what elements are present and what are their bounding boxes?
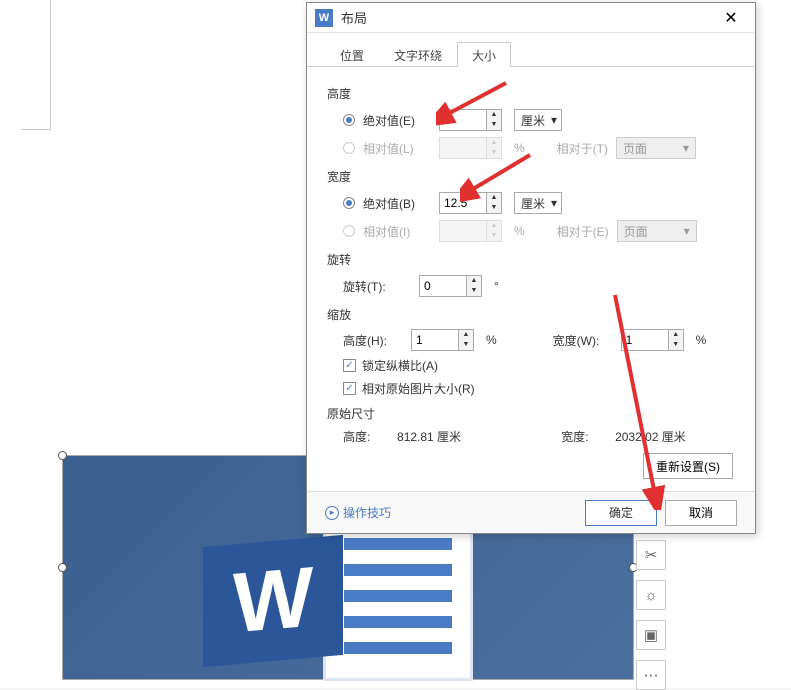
tab-position[interactable]: 位置 bbox=[325, 42, 379, 67]
lock-aspect-checkbox[interactable]: ✓ bbox=[343, 359, 356, 372]
width-rel-label: 相对值(I) bbox=[363, 223, 431, 240]
brightness-icon[interactable]: ☼ bbox=[636, 580, 666, 610]
tab-size[interactable]: 大小 bbox=[457, 42, 511, 67]
picture-icon[interactable]: ▣ bbox=[636, 620, 666, 650]
tab-textwrap[interactable]: 文字环绕 bbox=[379, 42, 457, 67]
height-rel-label: 相对值(L) bbox=[363, 140, 431, 157]
dialog-title: 布局 bbox=[341, 8, 715, 27]
scale-w-label: 宽度(W): bbox=[553, 332, 613, 349]
rotation-section-label: 旋转 bbox=[327, 251, 735, 268]
rotation-input[interactable] bbox=[419, 275, 467, 297]
orig-w-label: 宽度: bbox=[561, 428, 588, 445]
height-abs-radio[interactable] bbox=[343, 114, 355, 126]
chevron-down-icon: ▾ bbox=[683, 141, 689, 155]
lock-aspect-label: 锁定纵横比(A) bbox=[362, 357, 438, 374]
height-relto-label: 相对于(T) bbox=[557, 140, 608, 157]
width-abs-unit[interactable]: 厘米▾ bbox=[514, 192, 562, 214]
height-abs-unit[interactable]: 厘米▾ bbox=[514, 109, 562, 131]
chevron-down-icon: ▾ bbox=[684, 224, 690, 238]
reset-button[interactable]: 重新设置(S) bbox=[643, 453, 733, 479]
close-button[interactable]: ✕ bbox=[715, 6, 747, 30]
rotation-up[interactable]: ▲ bbox=[467, 276, 481, 286]
app-icon: W bbox=[315, 9, 333, 27]
width-abs-down[interactable]: ▼ bbox=[487, 203, 501, 213]
more-icon[interactable]: ⋯ bbox=[636, 660, 666, 690]
height-rel-radio bbox=[343, 142, 355, 154]
orig-w-value: 2032.02 厘米 bbox=[615, 428, 686, 445]
page-edge bbox=[21, 0, 51, 130]
orig-h-value: 812.81 厘米 bbox=[397, 428, 461, 445]
rel-original-checkbox[interactable]: ✓ bbox=[343, 382, 356, 395]
dialog-titlebar[interactable]: W 布局 ✕ bbox=[307, 3, 755, 33]
width-section-label: 宽度 bbox=[327, 168, 735, 185]
scale-w-input[interactable] bbox=[621, 329, 669, 351]
width-rel-radio bbox=[343, 225, 355, 237]
orig-h-label: 高度: bbox=[343, 428, 370, 445]
width-abs-radio[interactable] bbox=[343, 197, 355, 209]
width-abs-input[interactable] bbox=[439, 192, 487, 214]
original-section-label: 原始尺寸 bbox=[327, 405, 735, 422]
resize-handle-tl[interactable] bbox=[58, 451, 67, 460]
tab-bar: 位置 文字环绕 大小 bbox=[307, 33, 755, 67]
height-relto-combo: 页面▾ bbox=[616, 137, 696, 159]
height-rel-input bbox=[439, 137, 487, 159]
height-abs-down[interactable]: ▼ bbox=[487, 120, 501, 130]
width-abs-label: 绝对值(B) bbox=[363, 195, 431, 212]
width-rel-input bbox=[439, 220, 487, 242]
width-abs-up[interactable]: ▲ bbox=[487, 193, 501, 203]
side-toolbar: ✂ ☼ ▣ ⋯ bbox=[636, 540, 666, 690]
chevron-down-icon: ▾ bbox=[551, 196, 557, 210]
info-icon: ▸ bbox=[325, 506, 339, 520]
height-abs-input[interactable] bbox=[439, 109, 487, 131]
scale-h-input[interactable] bbox=[411, 329, 459, 351]
height-section-label: 高度 bbox=[327, 85, 735, 102]
width-relto-label: 相对于(E) bbox=[557, 223, 609, 240]
layout-dialog: W 布局 ✕ 位置 文字环绕 大小 高度 绝对值(E) ▲▼ 厘米▾ 相对值(L… bbox=[306, 2, 756, 534]
tips-link[interactable]: ▸操作技巧 bbox=[325, 504, 391, 521]
word-logo: W bbox=[203, 521, 493, 681]
height-abs-up[interactable]: ▲ bbox=[487, 110, 501, 120]
rel-original-label: 相对原始图片大小(R) bbox=[362, 380, 475, 397]
resize-handle-ml[interactable] bbox=[58, 563, 67, 572]
chevron-down-icon: ▾ bbox=[551, 113, 557, 127]
scale-section-label: 缩放 bbox=[327, 306, 735, 323]
cancel-button[interactable]: 取消 bbox=[665, 500, 737, 526]
scale-h-label: 高度(H): bbox=[343, 332, 403, 349]
rotation-label: 旋转(T): bbox=[343, 278, 411, 295]
ok-button[interactable]: 确定 bbox=[585, 500, 657, 526]
height-abs-label: 绝对值(E) bbox=[363, 112, 431, 129]
crop-icon[interactable]: ✂ bbox=[636, 540, 666, 570]
width-relto-combo: 页面▾ bbox=[617, 220, 697, 242]
rotation-down[interactable]: ▼ bbox=[467, 286, 481, 296]
